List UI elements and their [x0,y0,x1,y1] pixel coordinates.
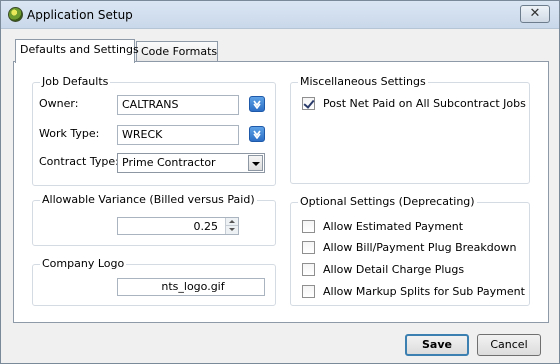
optional-settings-group: Optional Settings (Deprecating) Allow Es… [290,195,530,306]
owner-field[interactable]: CALTRANS [117,95,239,115]
job-defaults-legend: Job Defaults [40,75,111,88]
job-defaults-group: Job Defaults Owner: CALTRANS Work Type: … [32,75,276,186]
tab-defaults-and-settings[interactable]: Defaults and Settings [15,39,139,63]
allowable-variance-stepper[interactable]: 0.25 [117,217,239,235]
download-arrow-icon [253,130,261,139]
owner-lookup-button[interactable] [249,96,265,112]
app-icon [8,7,23,22]
work-type-lookup-button[interactable] [249,126,265,142]
company-logo-group: Company Logo nts_logo.gif [32,257,276,306]
contract-type-value: Prime Contractor [122,156,216,169]
optional-settings-legend: Optional Settings (Deprecating) [298,195,477,208]
post-net-paid-checkbox[interactable] [302,97,315,110]
work-type-label: Work Type: [39,127,100,140]
post-net-paid-label: Post Net Paid on All Subcontract Jobs [323,97,526,110]
spin-up-icon [229,220,235,223]
contract-type-dropdown-button[interactable] [248,155,263,171]
allow-bill-payment-plug-breakdown-label: Allow Bill/Payment Plug Breakdown [323,241,517,254]
window-title: Application Setup [27,8,133,22]
save-button[interactable]: Save [405,334,469,356]
download-arrow-icon [253,100,261,109]
allow-detail-charge-plugs-checkbox[interactable] [302,263,315,276]
close-button[interactable]: ✕ [520,5,550,23]
stepper-buttons [225,218,238,234]
tab-code-formats[interactable]: Code Formats [136,41,218,63]
defaults-and-settings-panel: Job Defaults Owner: CALTRANS Work Type: … [13,61,549,323]
allow-detail-charge-plugs-label: Allow Detail Charge Plugs [323,263,465,276]
application-setup-window: Application Setup ✕ Defaults and Setting… [0,0,560,364]
allowable-variance-value: 0.25 [193,220,219,233]
allowable-variance-legend: Allowable Variance (Billed versus Paid) [40,193,257,206]
close-icon: ✕ [529,6,541,21]
company-logo-legend: Company Logo [40,257,127,270]
work-type-field[interactable]: WRECK [117,125,239,145]
contract-type-select[interactable]: Prime Contractor [117,153,265,173]
spin-up-button[interactable] [226,218,238,226]
allow-markup-splits-checkbox[interactable] [302,285,315,298]
spin-down-icon [229,228,235,231]
allow-bill-payment-plug-breakdown-checkbox[interactable] [302,241,315,254]
allow-markup-splits-label: Allow Markup Splits for Sub Payment [323,285,525,298]
misc-settings-group: Miscellaneous Settings Post Net Paid on … [290,75,530,184]
owner-label: Owner: [39,97,79,110]
contract-type-label: Contract Type: [39,155,119,168]
allow-estimated-payment-label: Allow Estimated Payment [323,220,464,233]
spin-down-button[interactable] [226,226,238,234]
allowable-variance-group: Allowable Variance (Billed versus Paid) … [32,193,276,246]
misc-settings-legend: Miscellaneous Settings [298,75,428,88]
allow-estimated-payment-checkbox[interactable] [302,220,315,233]
cancel-button[interactable]: Cancel [477,334,541,356]
chevron-down-icon [252,162,260,166]
company-logo-field[interactable]: nts_logo.gif [117,278,265,296]
title-bar[interactable]: Application Setup ✕ [1,1,559,29]
